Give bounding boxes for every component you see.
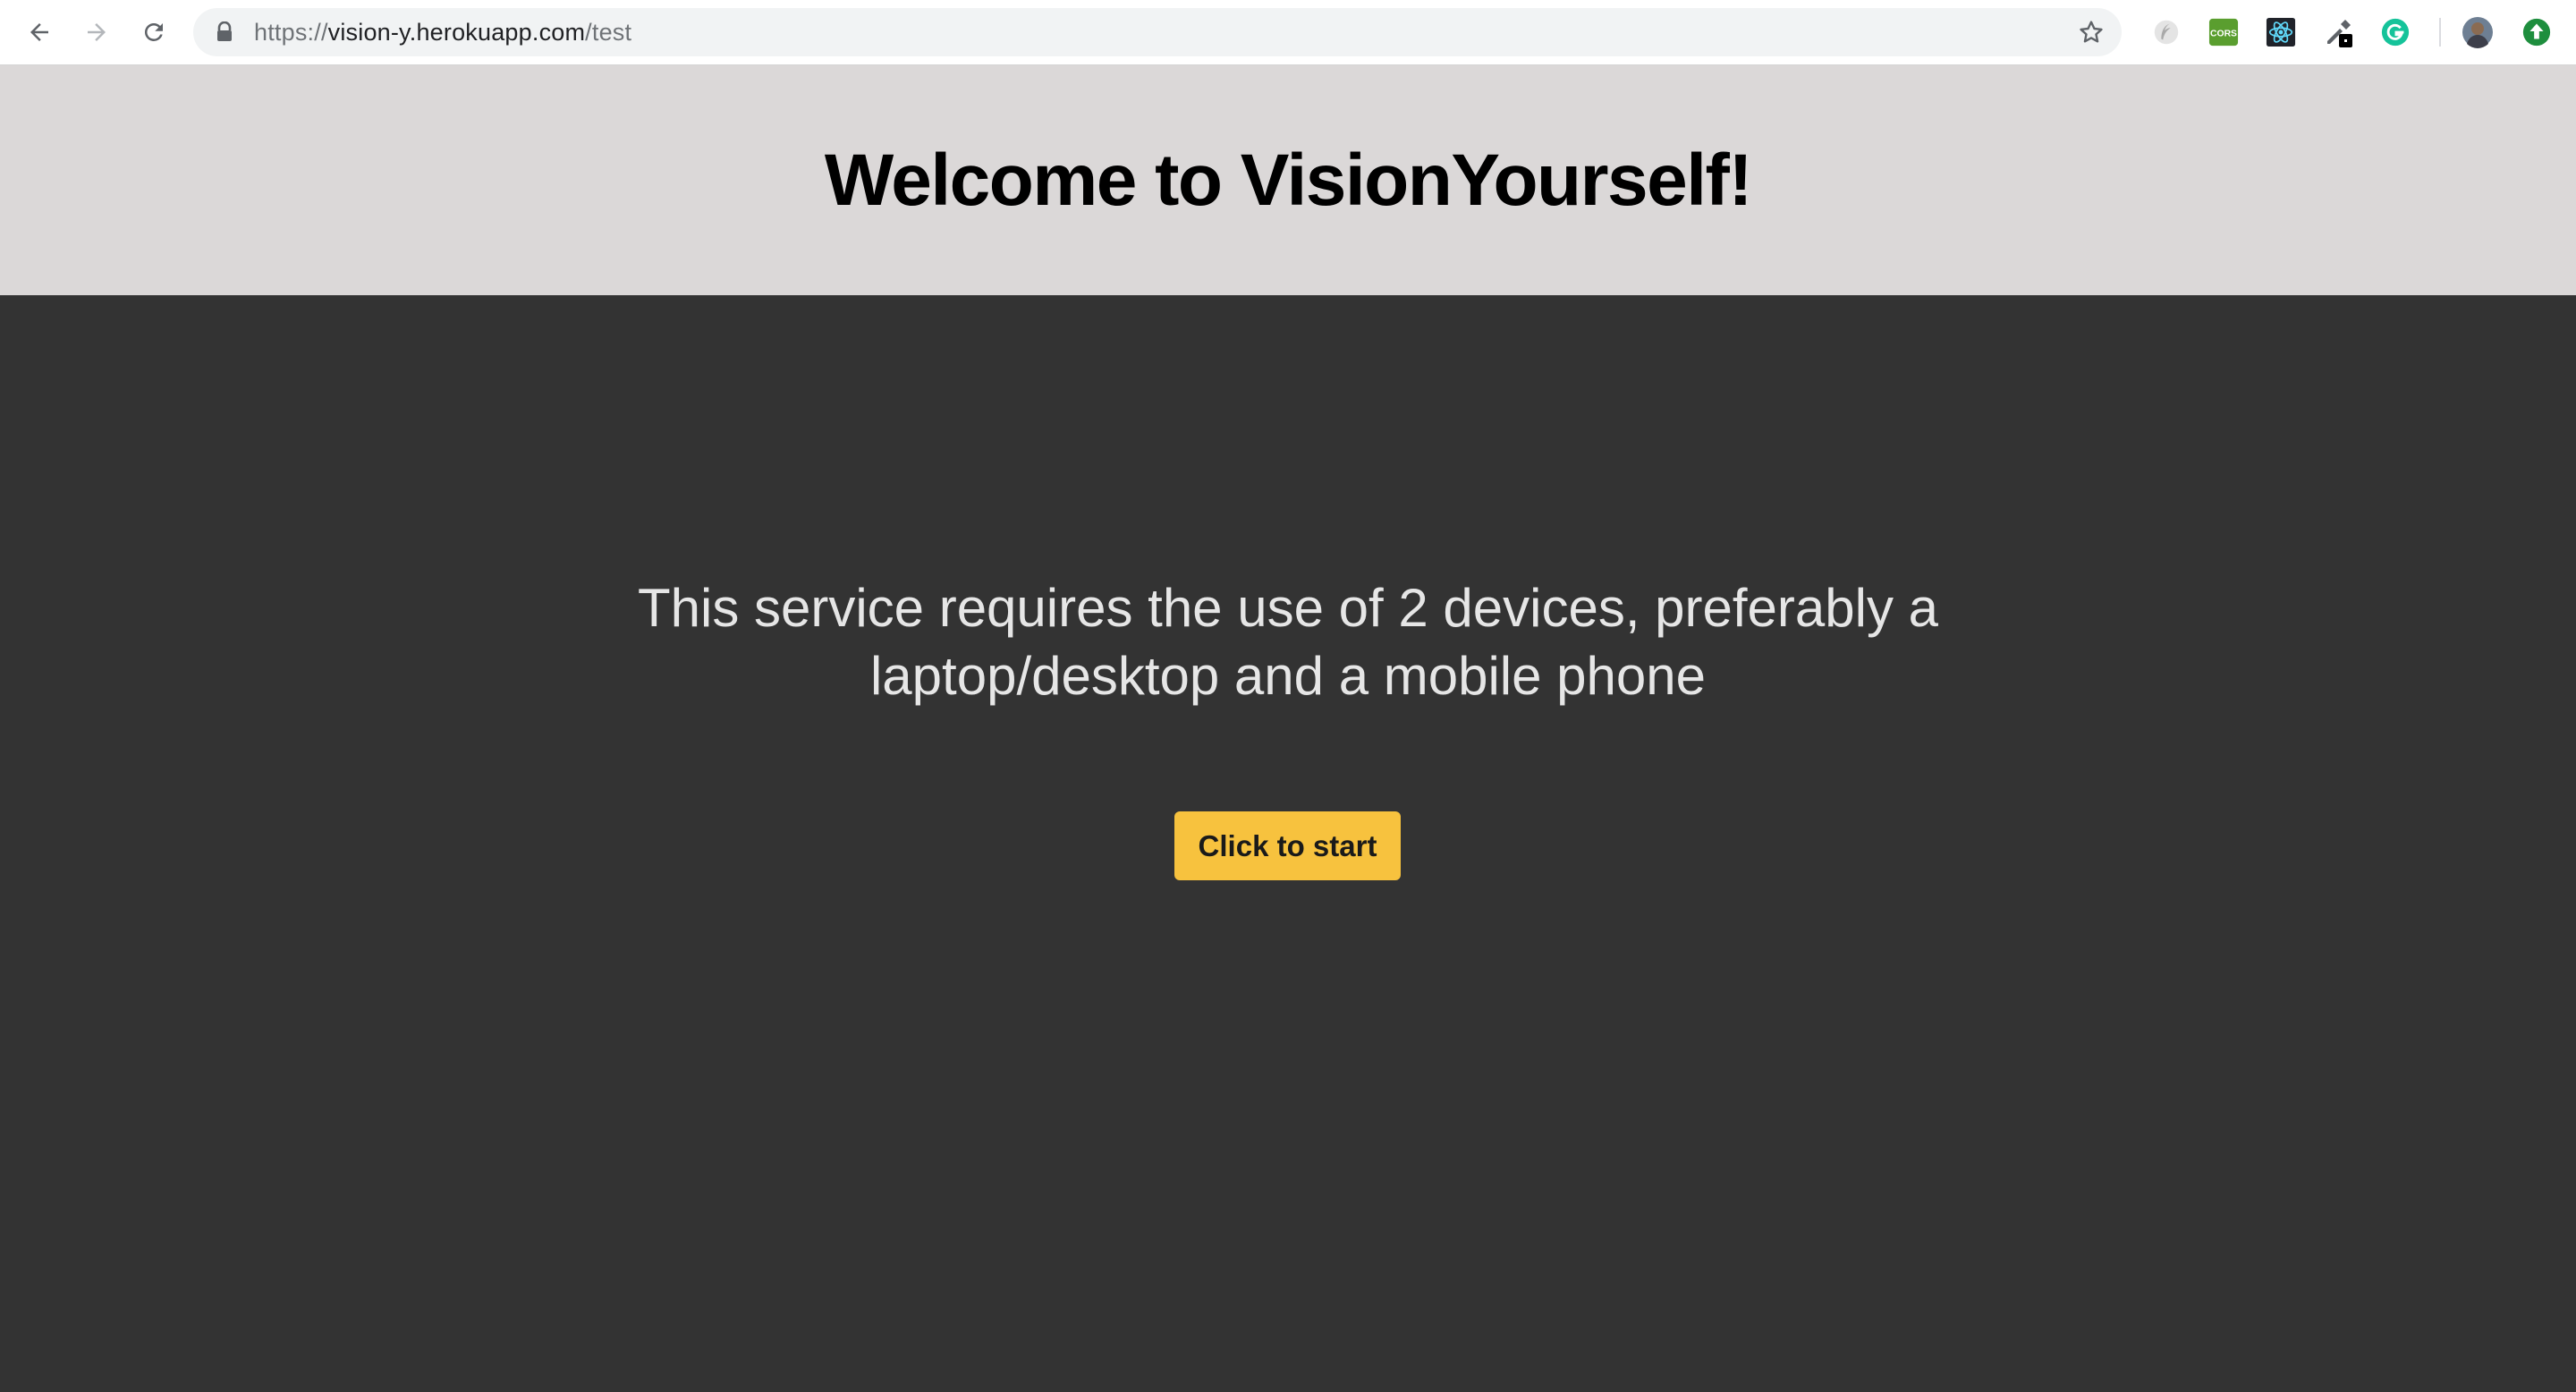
address-bar[interactable]: https://vision-y.herokuapp.com/test [193,8,2122,56]
avatar [2462,17,2493,48]
extension-feather[interactable] [2150,16,2182,48]
url-text: https://vision-y.herokuapp.com/test [254,8,631,56]
bookmark-star-icon[interactable] [2077,18,2106,47]
update-icon [2522,18,2551,47]
color-picker-icon [2327,20,2352,47]
page-title: Welcome to VisionYourself! [824,139,1753,221]
cors-label: CORS [2210,30,2237,39]
arrow-left-icon [30,23,48,41]
url-path: /test [585,19,632,46]
page-header: Welcome to VisionYourself! [0,65,2576,295]
reload-icon [144,22,163,41]
cors-icon: CORS [2208,18,2239,47]
extension-color-picker[interactable] [2322,16,2354,48]
browser-toolbar: https://vision-y.herokuapp.com/test CORS [0,0,2576,65]
toolbar-divider [2439,18,2441,47]
extension-cors[interactable]: CORS [2207,16,2240,48]
arrow-right-icon [88,23,106,41]
grammarly-icon [2381,18,2410,47]
profile-avatar[interactable] [2462,16,2494,48]
url-scheme: https:// [254,19,328,46]
device-requirement-text: This service requires the use of 2 devic… [637,578,1939,706]
extension-grammarly[interactable] [2379,16,2411,48]
lock-icon [217,21,232,41]
start-button[interactable]: Click to start [1174,811,1401,880]
update-button[interactable] [2521,16,2553,48]
reload-button[interactable] [136,14,172,50]
react-devtools-icon [2266,17,2296,47]
back-button[interactable] [21,14,57,50]
extension-react-devtools[interactable] [2265,16,2297,48]
forward-button[interactable] [79,14,114,50]
feather-icon [2154,20,2179,45]
url-host: vision-y.herokuapp.com [327,19,586,46]
main-content: This service requires the use of 2 devic… [0,295,2576,1392]
